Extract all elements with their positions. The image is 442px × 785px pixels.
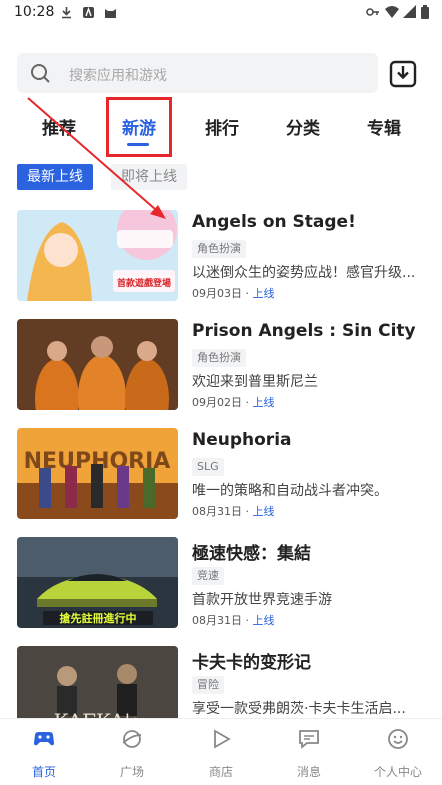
game-date: 09月03日 · 上线 (192, 287, 275, 300)
wifi-icon (385, 6, 399, 18)
gamepad-icon (34, 732, 54, 746)
game-desc: 首款开放世界竞速手游 (192, 592, 332, 608)
app-icon (83, 6, 94, 18)
nav-home[interactable]: 首页 (9, 719, 79, 785)
nav-label: 广场 (119, 765, 144, 779)
game-desc: 享受一款受弗朗茨·卡夫卡生活启... (192, 701, 406, 717)
annotation-highlight-box (106, 97, 172, 157)
game-item-neuphoria[interactable]: NEUPHORIA Neuphoria SLG 唯一的策略和自动战斗者冲突。 0… (17, 428, 425, 520)
signal-icon (403, 5, 416, 18)
game-desc: 欢迎来到普里斯尼兰 (192, 374, 318, 390)
tab-ranking[interactable]: 排行 (205, 114, 239, 139)
status-bar: 10:28 (0, 0, 442, 26)
game-desc: 唯一的策略和自动战斗者冲突。 (192, 483, 388, 499)
nav-label: 商店 (208, 765, 233, 779)
search-placeholder: 搜索应用和游戏 (69, 68, 167, 84)
game-tag: 竞速 (192, 567, 224, 585)
game-item-need-for-speed[interactable]: 搶先註冊進行中 極速快感：集結 竞速 首款开放世界竞速手游 08月31日 · 上… (17, 537, 425, 629)
game-item-prison-angels[interactable]: Prison Angels : Sin City 角色扮演 欢迎来到普里斯尼兰 … (17, 319, 425, 411)
nav-square[interactable]: 广场 (97, 719, 167, 785)
nav-label: 消息 (296, 765, 321, 779)
game-tag: 角色扮演 (192, 240, 246, 258)
play-icon (214, 729, 231, 749)
download-manager-icon[interactable] (389, 60, 417, 88)
game-title: 卡夫卡的变形记 (192, 653, 311, 673)
nav-label: 个人中心 (373, 765, 422, 779)
game-title: Angels on Stage! (192, 212, 356, 232)
thumbnail-caption: 首款遊戲登場 (117, 277, 171, 289)
tab-album[interactable]: 专辑 (367, 114, 401, 139)
tab-category[interactable]: 分类 (286, 114, 320, 139)
game-thumbnail: 搶先註冊進行中 (17, 537, 178, 628)
filter-latest[interactable]: 最新上线 (17, 164, 93, 190)
game-desc: 以迷倒众生的姿势应战！感官升级... (192, 265, 416, 281)
nav-profile[interactable]: 个人中心 (363, 719, 433, 785)
filter-upcoming[interactable]: 即将上线 (111, 164, 187, 190)
game-tag: SLG (192, 458, 224, 476)
chat-icon (299, 730, 319, 749)
bottom-nav: 首页 广场 商店 消息 个人中心 (0, 718, 442, 785)
status-time: 10:28 (14, 4, 55, 20)
game-date: 08月31日 · 上线 (192, 505, 275, 518)
smiley-icon (388, 729, 408, 749)
cat-icon (105, 9, 116, 18)
battery-icon (421, 5, 429, 19)
download-icon (62, 7, 71, 19)
game-thumbnail (17, 319, 178, 410)
game-date: 09月02日 · 上线 (192, 396, 275, 409)
search-icon (31, 64, 50, 83)
game-item-angels-on-stage[interactable]: 首款遊戲登場 Angels on Stage! 角色扮演 以迷倒众生的姿势应战！… (17, 210, 425, 302)
nav-messages[interactable]: 消息 (274, 719, 344, 785)
tab-recommend[interactable]: 推荐 (42, 114, 76, 139)
nav-store[interactable]: 商店 (186, 719, 256, 785)
planet-icon (122, 730, 142, 748)
game-thumbnail: 首款遊戲登場 (17, 210, 178, 301)
game-title: 極速快感：集結 (192, 544, 311, 564)
game-tag: 冒险 (192, 676, 224, 694)
key-icon (366, 8, 379, 16)
game-title: Neuphoria (192, 430, 292, 450)
thumbnail-caption: 搶先註冊進行中 (60, 611, 137, 625)
game-tag: 角色扮演 (192, 349, 246, 367)
game-title: Prison Angels : Sin City (192, 321, 416, 341)
search-bar[interactable]: 搜索应用和游戏 (17, 53, 378, 93)
game-thumbnail: NEUPHORIA (17, 428, 178, 519)
nav-label: 首页 (31, 765, 56, 779)
game-date: 08月31日 · 上线 (192, 614, 275, 627)
